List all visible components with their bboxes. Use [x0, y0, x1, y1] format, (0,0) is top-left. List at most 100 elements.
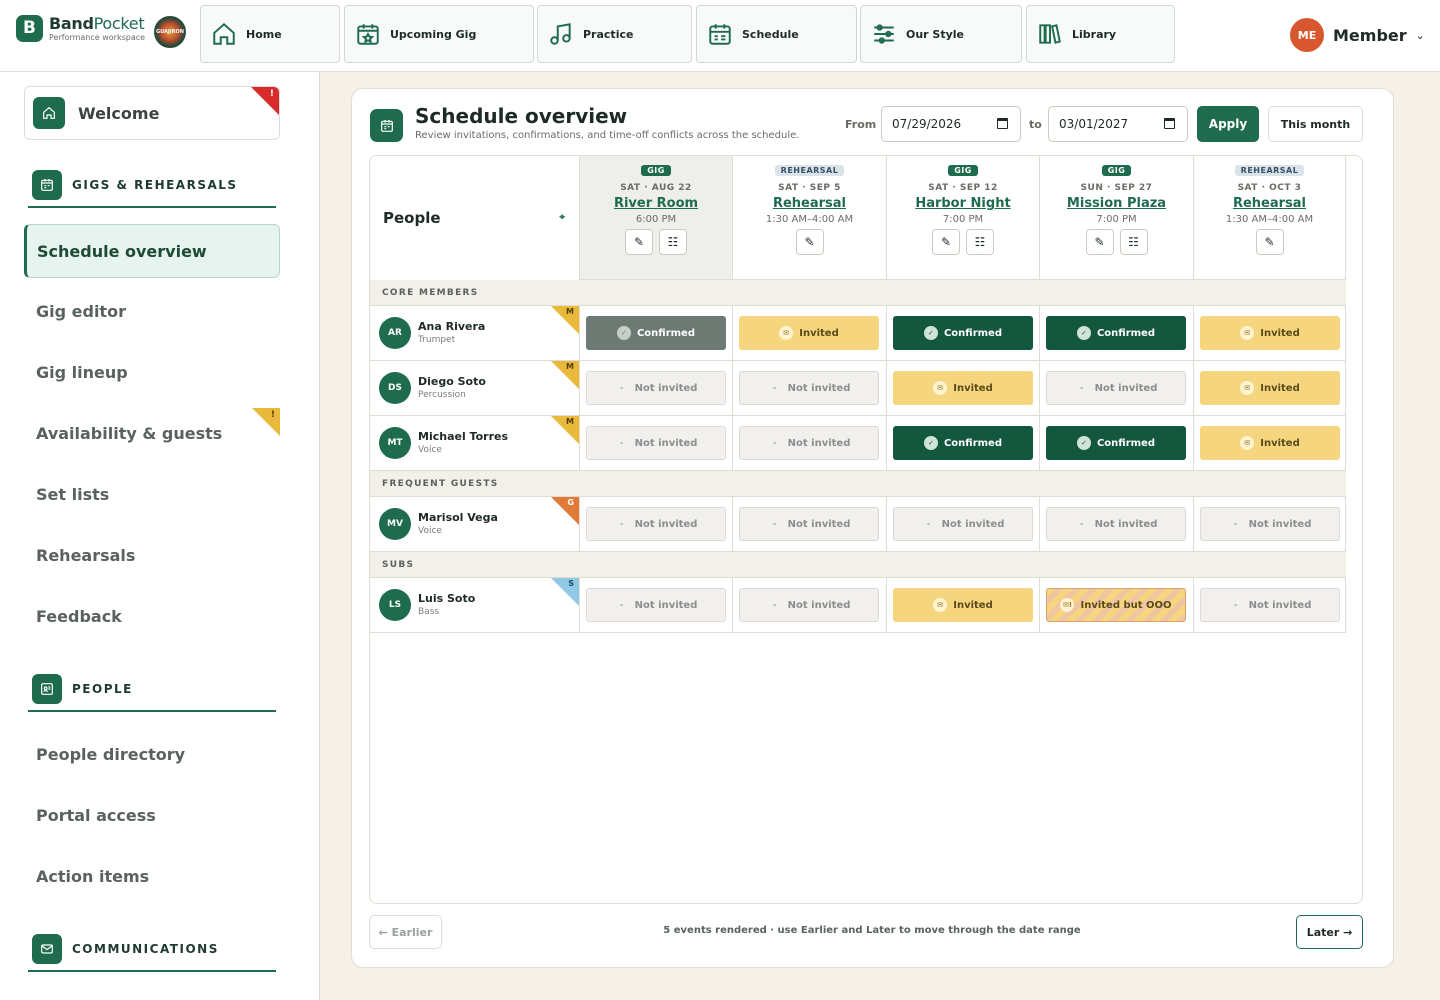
event-time: 6:00 PM [635, 214, 677, 225]
status-pill-invited-but-ooo[interactable]: ✉! Invited but OOO [1046, 588, 1186, 622]
status-not-invited-icon: – [619, 520, 624, 528]
sidebar-item-gig-editor[interactable]: Gig editor [24, 284, 280, 338]
status-cell: ✉ Invited [1194, 306, 1346, 360]
brand[interactable]: B BandPocket Performance workspace [16, 14, 145, 42]
status-pill-not-invited[interactable]: – Not invited [586, 588, 726, 622]
edit-pencil-icon[interactable]: ✎ [1255, 229, 1284, 255]
later-button[interactable]: Later → [1296, 915, 1363, 949]
nav-practice[interactable]: Practice [537, 5, 692, 63]
user-menu[interactable]: ME Member ⌄ [1290, 18, 1425, 52]
edit-pencil-icon[interactable]: ✎ [932, 229, 960, 255]
lineup-list-icon[interactable]: ☷ [966, 229, 994, 255]
person-cell[interactable]: MV Marisol Vega Voice G [370, 497, 580, 551]
table-row: MV Marisol Vega Voice G – Not invited – Not inv… [370, 497, 1346, 552]
person-role: Voice [418, 445, 442, 455]
status-pill-not-invited[interactable]: – Not invited [1200, 588, 1340, 622]
status-pill-not-invited[interactable]: – Not invited [586, 426, 726, 460]
status-pill-invited[interactable]: ✉ Invited [893, 371, 1033, 405]
sidebar-item-rehearsals[interactable]: Rehearsals [24, 528, 280, 582]
nav-upcoming-gig[interactable]: Upcoming Gig [344, 5, 534, 63]
status-label: Invited [1260, 382, 1300, 394]
person-cell[interactable]: LS Luis Soto Bass S [370, 578, 580, 632]
calendar-picker-icon[interactable] [997, 118, 1008, 129]
status-pill-not-invited[interactable]: – Not invited [739, 588, 879, 622]
sidebar-item-feedback[interactable]: Feedback [24, 589, 280, 643]
sidebar-item-set-lists[interactable]: Set lists [24, 467, 280, 521]
role-corner-badge [551, 416, 579, 444]
section-label: PEOPLE [72, 682, 133, 696]
status-pill-not-invited[interactable]: – Not invited [739, 426, 879, 460]
band-logo-badge: GUAJIRON [154, 16, 186, 48]
edit-pencil-icon[interactable]: ✎ [625, 229, 653, 255]
people-column-header[interactable]: People ⌖ [370, 156, 580, 280]
status-pill-not-invited[interactable]: – Not invited [1046, 507, 1186, 541]
earlier-button[interactable]: ← Earlier [369, 915, 442, 949]
status-pill-invited[interactable]: ✉ Invited [893, 588, 1033, 622]
status-label: Confirmed [943, 327, 1003, 339]
status-pill-not-invited[interactable]: – Not invited [1200, 507, 1340, 541]
status-label: Not invited [1094, 518, 1158, 530]
status-pill-not-invited[interactable]: – Not invited [586, 507, 726, 541]
edit-pencil-icon[interactable]: ✎ [795, 229, 824, 255]
status-pill-confirmed[interactable]: ✓ Confirmed [1046, 316, 1186, 350]
pin-icon[interactable]: ⌖ [559, 212, 565, 223]
status-pill-not-invited[interactable]: – Not invited [739, 507, 879, 541]
person-cell[interactable]: DS Diego Soto Percussion M [370, 361, 580, 415]
nav-home[interactable]: Home [200, 5, 340, 63]
event-time: 1:30 AM–4:00 AM [765, 214, 854, 225]
status-not-invited-icon: – [1233, 520, 1238, 528]
sidebar-item-schedule-overview[interactable]: Schedule overview [24, 224, 280, 278]
chevron-down-icon: ⌄ [1415, 28, 1425, 42]
status-label: Confirmed [636, 327, 696, 339]
sidebar-item-gig-lineup[interactable]: Gig lineup [24, 345, 280, 399]
status-pill-invited[interactable]: ✉ Invited [1200, 316, 1340, 350]
calendar-picker-icon[interactable] [1164, 118, 1175, 129]
role-badge-letter: M [566, 417, 574, 426]
lineup-list-icon[interactable]: ☷ [659, 229, 687, 255]
person-name: Ana Rivera [418, 320, 486, 333]
status-pill-not-invited[interactable]: – Not invited [893, 507, 1033, 541]
this-month-button[interactable]: This month [1268, 106, 1363, 142]
nav-our-style[interactable]: Our Style [860, 5, 1022, 63]
sidebar-item-portal-access[interactable]: Portal access [24, 788, 280, 842]
lineup-list-icon[interactable]: ☷ [1119, 229, 1148, 255]
event-name-link[interactable]: River Room [580, 196, 732, 211]
status-pill-invited[interactable]: ✉ Invited [1200, 371, 1340, 405]
status-pill-not-invited[interactable]: – Not invited [586, 371, 726, 405]
sidebar-item-action-items[interactable]: Action items [24, 849, 280, 903]
sidebar-item-welcome[interactable]: Welcome ! [24, 86, 280, 140]
status-invited-icon: ✉ [933, 598, 948, 612]
event-name-link[interactable]: Harbor Night [887, 196, 1039, 211]
event-name-link[interactable]: Mission Plaza [1040, 196, 1193, 211]
person-cell[interactable]: AR Ana Rivera Trumpet M [370, 306, 580, 360]
person-cell[interactable]: MT Michael Torres Voice M [370, 416, 580, 470]
nav-schedule[interactable]: Schedule [696, 5, 857, 63]
brand-subtitle: Performance workspace [49, 33, 146, 42]
person-name: Diego Soto [418, 375, 486, 388]
sidebar-item-people-directory[interactable]: People directory [24, 727, 280, 781]
sidebar-item-availability-guests[interactable]: Availability & guests ! [24, 406, 280, 460]
status-pill-not-invited[interactable]: – Not invited [739, 371, 879, 405]
status-pill-not-invited[interactable]: – Not invited [1046, 371, 1186, 405]
status-pill-confirmed[interactable]: ✓ Confirmed [1046, 426, 1186, 460]
person-name: Luis Soto [418, 592, 476, 605]
status-cell: ✓ Confirmed [580, 306, 733, 360]
status-pill-confirmed[interactable]: ✓ Confirmed [893, 426, 1033, 460]
status-pill-invited[interactable]: ✉ Invited [739, 316, 879, 350]
event-column-header: GIG SUN · SEP 27 Mission Plaza 7:00 PM ✎ ☷ [1040, 156, 1194, 280]
apply-button[interactable]: Apply [1197, 106, 1259, 142]
status-label: Not invited [1248, 599, 1312, 611]
event-name-link[interactable]: Rehearsal [733, 196, 886, 211]
nav-library[interactable]: Library [1026, 5, 1175, 63]
person-role: Percussion [418, 390, 466, 400]
event-name-link[interactable]: Rehearsal [1194, 196, 1345, 211]
status-not-invited-icon: – [772, 520, 777, 528]
from-date-input[interactable]: 07/29/2026 [881, 106, 1021, 142]
status-confirmed-icon: ✓ [616, 326, 631, 340]
to-date-input[interactable]: 03/01/2027 [1048, 106, 1188, 142]
status-pill-confirmed[interactable]: ✓ Confirmed [893, 316, 1033, 350]
sidebar-item-label: Gig editor [36, 301, 126, 321]
status-pill-invited[interactable]: ✉ Invited [1200, 426, 1340, 460]
status-pill-confirmed[interactable]: ✓ Confirmed [586, 316, 726, 350]
edit-pencil-icon[interactable]: ✎ [1085, 229, 1114, 255]
